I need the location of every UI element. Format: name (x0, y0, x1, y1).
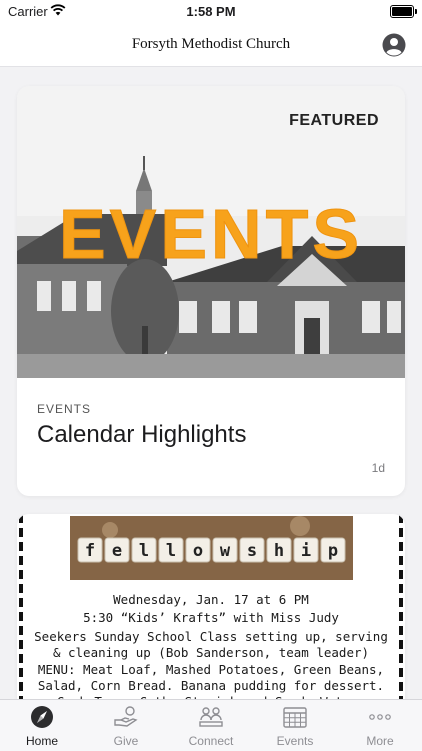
give-hand-icon (114, 706, 138, 727)
fellowship-line-3: Seekers Sunday School Class setting up, … (34, 629, 388, 644)
tab-connect[interactable]: Connect (169, 700, 253, 751)
tab-give[interactable]: Give (84, 700, 168, 751)
post-age: 1d (371, 461, 385, 475)
tab-bar: Home Give Connect Events More (0, 699, 422, 751)
fellowship-line-6: Salad, Corn Bread. Banana pudding for de… (37, 678, 385, 693)
calendar-icon (283, 707, 307, 728)
letter-tile-char: o (193, 541, 203, 561)
tab-more[interactable]: More (338, 700, 422, 751)
featured-badge: FEATURED (289, 112, 379, 129)
profile-icon[interactable] (382, 33, 406, 57)
fellowship-card[interactable]: fellowship Wednesday, Jan. 17 at 6 PM 5:… (17, 514, 405, 714)
tab-home[interactable]: Home (0, 700, 84, 751)
card-title: Calendar Highlights (37, 421, 247, 448)
connect-people-icon (199, 707, 223, 727)
letter-tile-char: s (247, 541, 257, 561)
fellowship-banner-image: fellowship (70, 516, 353, 580)
letter-tile-char: l (166, 541, 176, 561)
nav-bar: Forsyth Methodist Church (0, 24, 422, 67)
card-category: EVENTS (37, 402, 92, 416)
letter-tile-char: l (139, 541, 149, 561)
letter-tile-char: w (220, 541, 231, 561)
clock-time: 1:58 PM (186, 4, 236, 19)
compass-icon (31, 706, 53, 728)
tab-label-more: More (366, 734, 394, 748)
tab-label-home: Home (25, 734, 58, 748)
fellowship-line-5: MENU: Meat Loaf, Mashed Potatoes, Green … (37, 662, 385, 677)
letter-tile-char: i (301, 541, 311, 561)
letter-tile-char: f (85, 541, 95, 561)
tab-label-events: Events (276, 734, 314, 748)
tab-events[interactable]: Events (253, 700, 337, 751)
featured-card[interactable]: EVENTS FEATURED EVENTS Calendar Highligh… (17, 86, 405, 496)
letter-tile-char: h (274, 541, 284, 561)
battery-icon (390, 5, 417, 18)
tab-label-give: Give (113, 734, 139, 748)
letter-tile-char: e (112, 541, 122, 561)
tab-label-connect: Connect (188, 734, 234, 748)
fellowship-line-4: & cleaning up (Bob Sanderson, team leade… (52, 645, 370, 660)
page-title: Forsyth Methodist Church (131, 36, 291, 52)
more-dots-icon (369, 714, 391, 720)
events-image-text: EVENTS (59, 195, 363, 273)
status-bar: Carrier 1:58 PM (0, 0, 422, 24)
letter-tile-char: p (328, 541, 338, 561)
fellowship-line-2: 5:30 “Kids’ Krafts” with Miss Judy (83, 610, 339, 625)
fellowship-line-1: Wednesday, Jan. 17 at 6 PM (113, 592, 309, 607)
